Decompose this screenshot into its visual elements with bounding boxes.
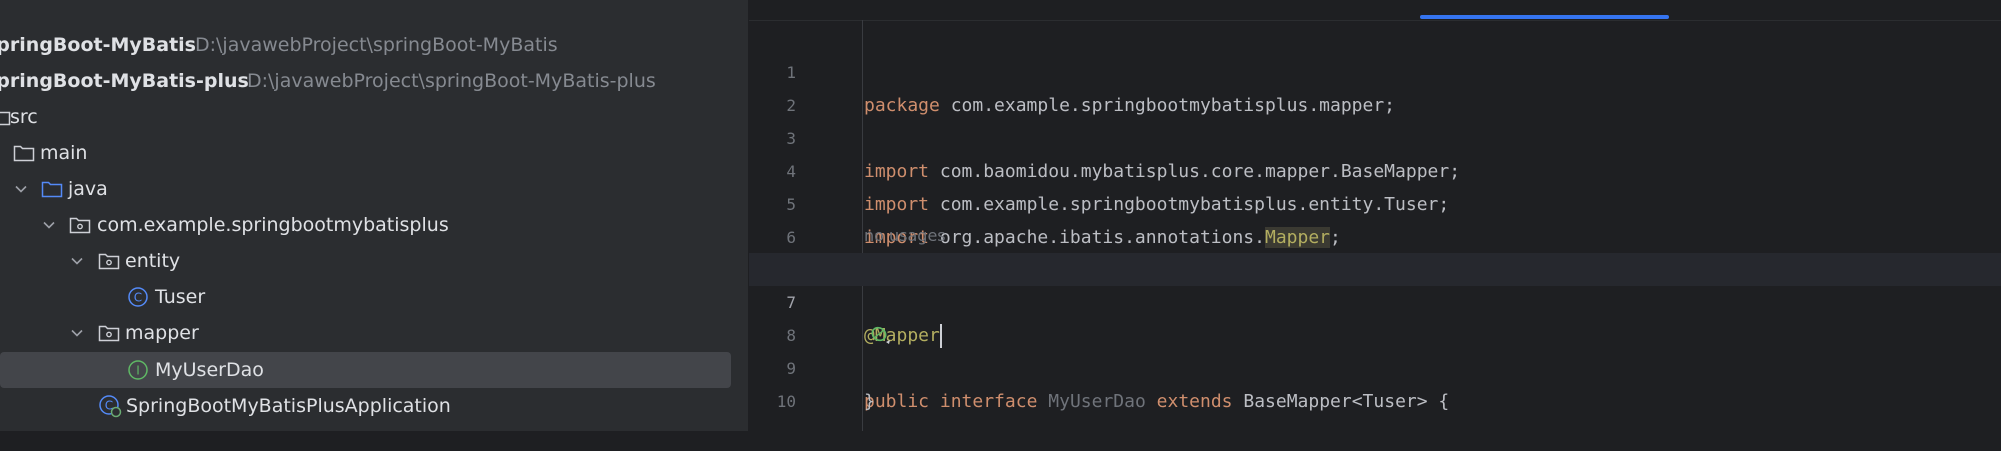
tree-item-myuserdao[interactable]: I MyUserDao (0, 352, 748, 388)
code-line-9[interactable]: 9 } (749, 319, 2001, 412)
tree-label: mapper (125, 322, 199, 344)
tree-item-package-root[interactable]: com.example.springbootmybatisplus (0, 207, 748, 243)
editor-tab-strip (749, 0, 2001, 21)
code-line-10[interactable]: 10 (749, 352, 2001, 411)
code-line-7[interactable]: 7 @Mapper (749, 253, 2001, 348)
chevron-down-icon[interactable] (42, 207, 56, 243)
code-editor[interactable]: 1 package com.example.springbootmybatisp… (749, 0, 2001, 431)
folder-icon (12, 135, 36, 171)
implemented-gutter-icon[interactable] (804, 290, 891, 344)
chevron-down-icon[interactable] (70, 315, 84, 351)
svg-text:C: C (134, 291, 142, 305)
tree-module-springboot-mybatis-plus[interactable]: springBoot-MyBatis-plus D:\javawebProjec… (0, 63, 748, 99)
module-path: D:\javawebProject\springBoot-MyBatis (195, 34, 558, 56)
tree-item-src[interactable]: src (0, 99, 748, 135)
interface-name: MyUserDao (1048, 391, 1146, 412)
tree-label: java (68, 178, 108, 200)
code-line-3[interactable]: 3 import com.baomidou.mybatisplus.core.m… (749, 89, 2001, 182)
tree-label: Tuser (155, 286, 206, 308)
code-text: org.apache.ibatis.annotations. (929, 227, 1265, 248)
code-line-1[interactable]: 1 package com.example.springbootmybatisp… (749, 23, 2001, 116)
keyword: interface (939, 391, 1038, 412)
tree-label: entity (125, 250, 181, 272)
code-line-5[interactable]: 5 import org.apache.ibatis.annotations.M… (749, 155, 2001, 248)
chevron-down-icon[interactable] (14, 171, 28, 207)
code-text: ; (1330, 227, 1341, 248)
spring-class-icon: C (98, 388, 122, 424)
keyword: extends (1156, 391, 1233, 412)
line-number: 6 (786, 228, 796, 247)
code-line-4[interactable]: 4 import com.example.springbootmybatispl… (749, 122, 2001, 215)
code-line-2[interactable]: 2 (749, 56, 2001, 115)
tree-item-mapper[interactable]: mapper (0, 315, 748, 351)
package-icon (68, 207, 92, 243)
active-tab-indicator (1420, 15, 1669, 19)
highlighted-usage: Mapper (1264, 227, 1331, 248)
project-tool-window: springBoot-MyBatis D:\javawebProject\spr… (0, 0, 748, 431)
tree-label: main (40, 142, 88, 164)
code-line-8[interactable]: 8 public interface MyUserDao extends Bas… (749, 286, 2001, 412)
svg-text:I: I (136, 364, 140, 378)
tree-item-application[interactable]: C SpringBootMyBatisPlusApplication (0, 388, 748, 424)
module-name: springBoot-MyBatis-plus (0, 70, 249, 92)
tree-label: SpringBootMyBatisPlusApplication (126, 395, 451, 417)
tree-item-java[interactable]: java (0, 171, 748, 207)
tree-module-springboot-mybatis[interactable]: springBoot-MyBatis D:\javawebProject\spr… (0, 27, 748, 63)
tree-label: src (10, 106, 38, 128)
tree-label: MyUserDao (155, 359, 264, 381)
inlay-hint-usages[interactable]: no usages (864, 224, 946, 248)
module-path: D:\javawebProject\springBoot-MyBatis-plu… (247, 70, 656, 92)
tree-item-main[interactable]: main (0, 135, 748, 171)
class-icon: C (126, 279, 150, 315)
interface-icon: I (126, 352, 150, 388)
code-text: } (864, 391, 875, 412)
line-number: 10 (776, 392, 796, 411)
package-icon (97, 243, 121, 279)
module-name: springBoot-MyBatis (0, 34, 196, 56)
chevron-down-icon[interactable] (70, 243, 84, 279)
tree-label: com.example.springbootmybatisplus (97, 214, 449, 236)
source-root-folder-icon (40, 171, 64, 207)
code-text: BaseMapper<Tuser> { (1232, 391, 1450, 412)
tree-item-entity[interactable]: entity (0, 243, 748, 279)
package-icon (97, 315, 121, 351)
tree-item-tuser[interactable]: C Tuser (0, 279, 748, 315)
code-line-6[interactable]: 6 (749, 188, 2001, 247)
